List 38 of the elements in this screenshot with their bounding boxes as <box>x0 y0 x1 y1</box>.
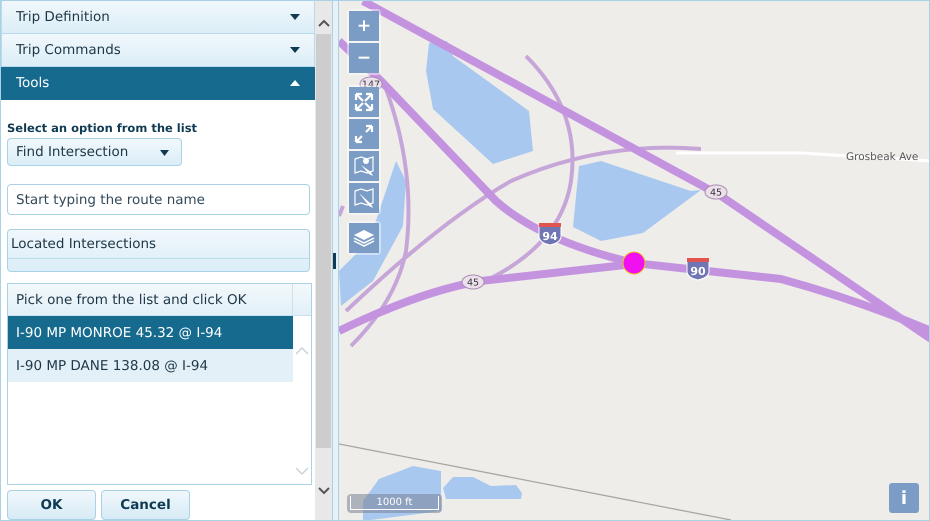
route-shield: 45 <box>462 274 484 290</box>
clear-markers-button[interactable] <box>349 151 379 181</box>
accordion-header[interactable]: Trip Commands <box>1 34 315 67</box>
option-dropdown[interactable]: Find Intersection <box>7 138 182 166</box>
caret-icon <box>160 148 169 156</box>
route-input-field[interactable]: Start typing the route name <box>7 184 310 216</box>
result-row[interactable]: I-90 MP MONROE 45.32 @ I-94 <box>8 316 293 350</box>
layers-icon <box>352 227 376 249</box>
caret-icon <box>290 46 300 54</box>
caret-icon <box>290 13 300 21</box>
clear-map-button[interactable] <box>349 183 379 213</box>
accordion-header[interactable]: Tools <box>1 67 315 100</box>
expand-arrows-icon <box>353 91 375 113</box>
street-label: Grosbeak Ave <box>846 151 918 163</box>
accordion-header[interactable]: Trip Definition <box>1 1 315 34</box>
zoom-extent-button[interactable] <box>349 119 379 149</box>
caret-icon <box>290 79 300 87</box>
interstate-shield: 94 <box>538 223 562 246</box>
action-button[interactable]: OK <box>7 490 96 520</box>
field-label: Select an option from the list <box>7 120 198 137</box>
result-row[interactable]: I-90 MP DANE 138.08 @ I-94 <box>8 349 293 382</box>
action-button[interactable]: Cancel <box>101 490 190 520</box>
route-shield: 45 <box>704 184 728 200</box>
scale-bar: 1000 ft <box>347 494 442 513</box>
interstate-shield: 90 <box>686 258 710 280</box>
layers-button[interactable] <box>349 223 379 253</box>
panel-header[interactable]: Located Intersections <box>8 230 309 260</box>
map-pin-brush-icon <box>353 155 375 177</box>
scroll-down-icon[interactable] <box>318 486 330 496</box>
scroll-up-icon[interactable] <box>318 18 330 28</box>
location-marker <box>622 252 646 274</box>
scrollbar-thumb[interactable] <box>316 34 331 448</box>
diagonal-arrows-icon <box>353 123 375 145</box>
scrollbar[interactable] <box>315 1 332 520</box>
splitter-grip[interactable] <box>333 252 336 268</box>
map-brush-icon <box>353 187 375 209</box>
list-header: Pick one from the list and click OK <box>8 284 293 316</box>
full-extent-button[interactable] <box>349 87 379 117</box>
